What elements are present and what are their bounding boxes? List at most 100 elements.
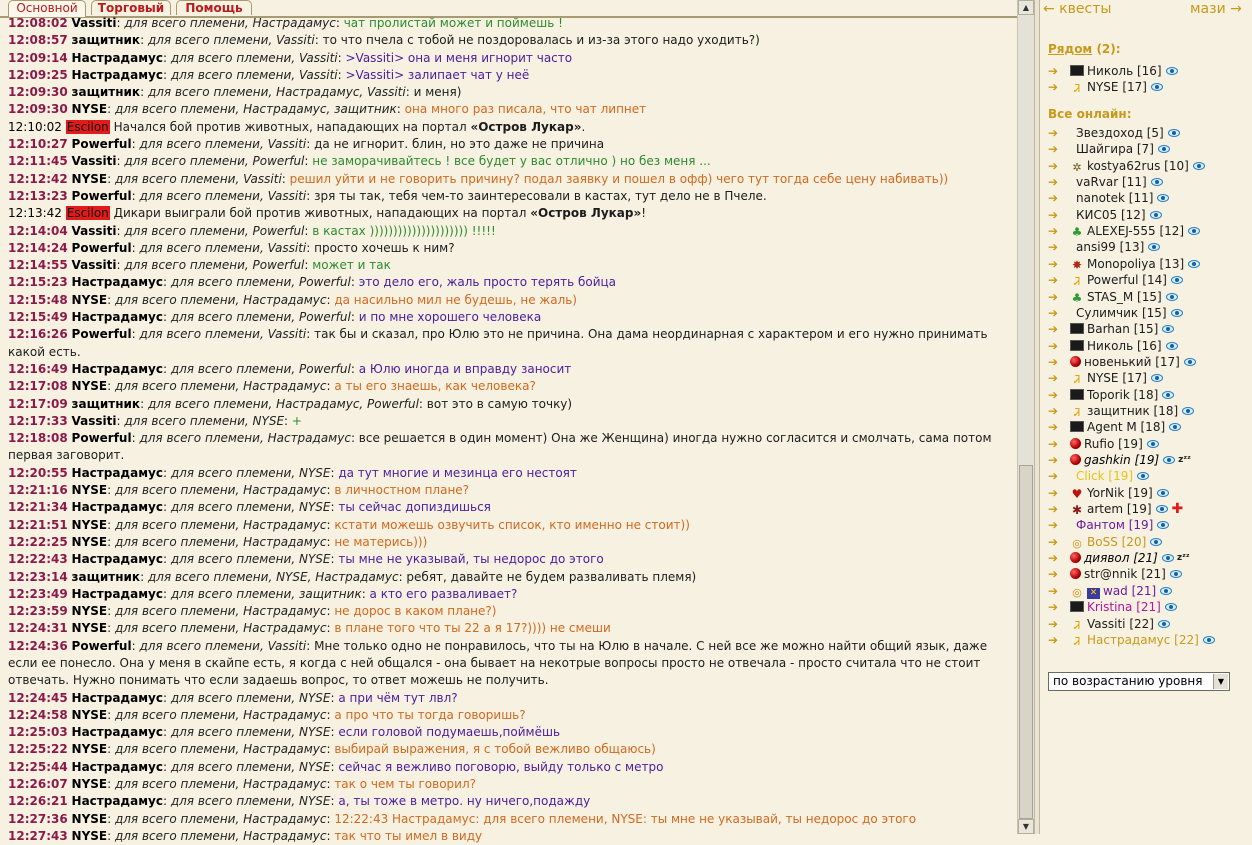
message-time[interactable]: 12:25:03: [8, 725, 68, 739]
recipient-names[interactable]: Powerful: [253, 258, 305, 272]
arrow-right-icon[interactable]: ➔: [1048, 370, 1064, 386]
eye-icon[interactable]: [1183, 357, 1196, 366]
eye-icon[interactable]: [1169, 570, 1182, 579]
user-row[interactable]: ➔ Николь [16]: [1048, 338, 1178, 354]
arrow-right-icon[interactable]: ➔: [1048, 468, 1064, 484]
message-time[interactable]: 12:13:42: [8, 206, 62, 220]
message-time[interactable]: 12:09:14: [8, 51, 68, 65]
user-row[interactable]: ➔ Ꮨ NYSE [17]: [1048, 370, 1163, 386]
user-name[interactable]: КИС05 [12]: [1076, 208, 1146, 222]
sender-name[interactable]: Powerful: [72, 189, 132, 203]
eye-icon[interactable]: [1182, 406, 1195, 415]
recipient-names[interactable]: NYSE: [299, 725, 331, 739]
scroll-thumb[interactable]: [1019, 465, 1033, 819]
arrow-right-icon[interactable]: ➔: [1048, 501, 1064, 517]
message-time[interactable]: 12:11:45: [8, 154, 68, 168]
message-time[interactable]: 12:14:04: [8, 224, 68, 238]
arrow-right-icon[interactable]: ➔: [1048, 599, 1064, 615]
user-name[interactable]: NYSE [17]: [1087, 371, 1147, 385]
recipient-names[interactable]: Vassiti: [268, 639, 307, 653]
chevron-down-icon[interactable]: ▼: [1213, 674, 1228, 689]
recipient-names[interactable]: Настрадамус: [243, 829, 326, 843]
user-name[interactable]: NYSE [17]: [1087, 80, 1147, 94]
message-time[interactable]: 12:27:36: [8, 812, 68, 826]
user-row[interactable]: ➔ Сулимчик [15]: [1048, 305, 1183, 321]
user-row[interactable]: ➔ ansi99 [13]: [1048, 239, 1161, 255]
user-row[interactable]: ➔ диявол [21] zᶻᶻ: [1048, 550, 1190, 566]
recipient-names[interactable]: Vassiti: [299, 68, 338, 82]
eye-icon[interactable]: [1150, 537, 1163, 546]
arrow-right-icon[interactable]: ➔: [1048, 158, 1064, 174]
user-name[interactable]: str@nnik [21]: [1084, 567, 1166, 581]
recipient-names[interactable]: NYSE: [299, 794, 331, 808]
sender-name[interactable]: Настрадамус: [72, 500, 163, 514]
sender-name[interactable]: Powerful: [72, 137, 132, 151]
user-row[interactable]: ➔ Ꮨ Powerful [14]: [1048, 272, 1183, 288]
sender-name[interactable]: защитник: [72, 570, 141, 584]
message-time[interactable]: 12:16:26: [8, 327, 68, 341]
recipient-names[interactable]: Powerful: [299, 310, 351, 324]
sender-name[interactable]: Настрадамус: [72, 68, 163, 82]
message-time[interactable]: 12:21:51: [8, 518, 68, 532]
message-time[interactable]: 12:24:31: [8, 621, 68, 635]
sender-name[interactable]: Vassiti: [72, 414, 117, 428]
eye-icon[interactable]: [1155, 505, 1168, 514]
message-time[interactable]: 12:10:02: [8, 120, 62, 134]
user-row[interactable]: ➔ Ꮨ Vassiti [22]: [1048, 616, 1170, 632]
message-time[interactable]: 12:18:08: [8, 431, 68, 445]
user-row[interactable]: ➔ Click [19]: [1048, 468, 1150, 484]
message-time[interactable]: 12:17:08: [8, 379, 68, 393]
arrow-right-icon[interactable]: ➔: [1048, 632, 1064, 648]
sender-name[interactable]: Powerful: [72, 431, 132, 445]
arrow-right-icon[interactable]: ➔: [1048, 403, 1064, 419]
eye-icon[interactable]: [1157, 619, 1170, 628]
message-time[interactable]: 12:08:57: [8, 33, 68, 47]
message-time[interactable]: 12:17:09: [8, 397, 68, 411]
recipient-names[interactable]: Настрадамус, защитник: [243, 102, 397, 116]
user-name[interactable]: Николь [16]: [1087, 64, 1162, 78]
recipient-names[interactable]: Powerful: [299, 275, 351, 289]
sender-name[interactable]: Vassiti: [72, 16, 117, 30]
sender-name[interactable]: Powerful: [72, 241, 132, 255]
arrow-right-icon[interactable]: ➔: [1048, 517, 1064, 533]
user-row[interactable]: ➔ КИС05 [12]: [1048, 207, 1162, 223]
user-row[interactable]: ➔ Ꮨзащитник [18]: [1048, 403, 1195, 419]
user-row[interactable]: ➔ ✲ kostya62rus [10]: [1048, 158, 1205, 174]
arrow-right-icon[interactable]: ➔: [1048, 207, 1064, 223]
recipient-names[interactable]: NYSE: [253, 414, 285, 428]
sender-name[interactable]: NYSE: [72, 812, 108, 826]
sender-name[interactable]: NYSE: [72, 742, 108, 756]
user-name[interactable]: диявол [21]: [1084, 551, 1158, 565]
sender-name[interactable]: Настрадамус: [72, 794, 163, 808]
message-time[interactable]: 12:23:59: [8, 604, 68, 618]
sender-name[interactable]: защитник: [72, 85, 141, 99]
recipient-names[interactable]: Настрадамус: [253, 16, 336, 30]
tab-help[interactable]: Помощь: [176, 0, 252, 15]
sender-name[interactable]: NYSE: [72, 621, 108, 635]
recipient-names[interactable]: Настрадамус: [243, 483, 326, 497]
user-row[interactable]: ➔ ♣ STAS_M [15]: [1048, 289, 1178, 305]
recipient-names[interactable]: Настрадамус: [243, 742, 326, 756]
eye-icon[interactable]: [1157, 194, 1170, 203]
eye-icon[interactable]: [1160, 586, 1173, 595]
eye-icon[interactable]: [1161, 554, 1174, 563]
recipient-names[interactable]: защитник: [299, 587, 362, 601]
user-name[interactable]: vaRvar [11]: [1076, 175, 1147, 189]
sender-name[interactable]: Настрадамус: [72, 310, 163, 324]
eye-icon[interactable]: [1164, 603, 1177, 612]
eye-icon[interactable]: [1150, 83, 1163, 92]
user-row[interactable]: ➔ ◎ BoSS [20]: [1048, 534, 1163, 550]
eye-icon[interactable]: [1170, 276, 1183, 285]
arrow-right-icon[interactable]: ➔: [1048, 125, 1064, 141]
eye-icon[interactable]: [1146, 439, 1159, 448]
recipient-names[interactable]: Настрадамус: [243, 621, 326, 635]
eye-icon[interactable]: [1150, 374, 1163, 383]
user-row[interactable]: ➔ Kristina [21]: [1048, 599, 1177, 615]
message-time[interactable]: 12:09:25: [8, 68, 68, 82]
message-time[interactable]: 12:20:55: [8, 466, 68, 480]
sender-name[interactable]: NYSE: [72, 102, 108, 116]
sender-name[interactable]: Vassiti: [72, 224, 117, 238]
sender-name[interactable]: NYSE: [72, 293, 108, 307]
message-time[interactable]: 12:16:49: [8, 362, 68, 376]
user-name[interactable]: Настрадамус [22]: [1087, 633, 1199, 647]
